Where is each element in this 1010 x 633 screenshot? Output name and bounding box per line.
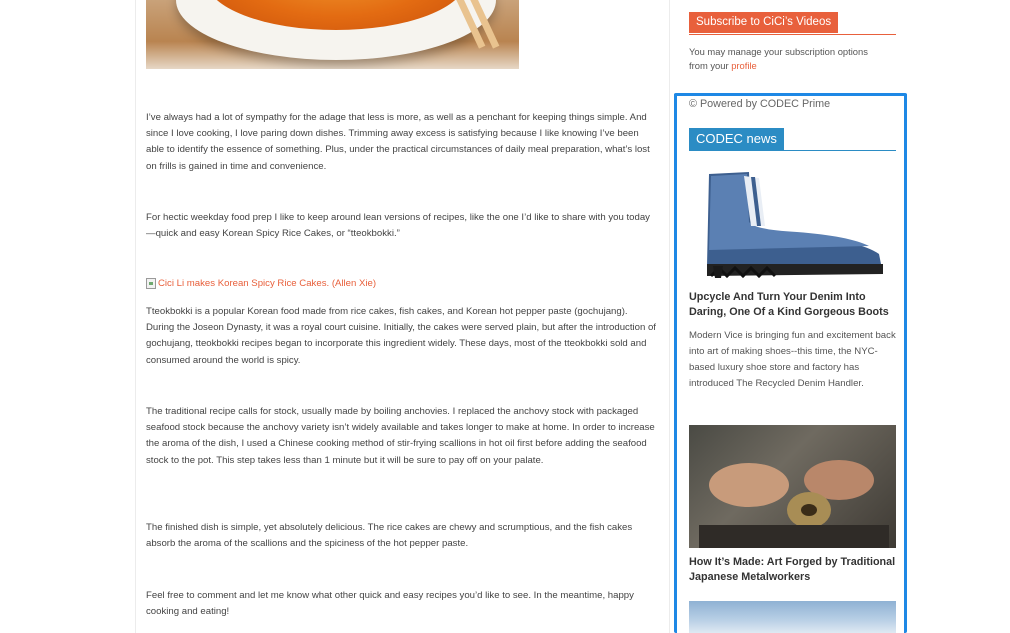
article-paragraph: Tteokbokki is a popular Korean food made… [146,306,656,366]
article-paragraph: The finished dish is simple, yet absolut… [146,522,633,550]
metalwork-illustration [699,460,889,548]
boot-illustration [707,172,883,279]
news-item-title[interactable]: Upcycle And Turn Your Denim Into Daring,… [689,290,899,320]
content-divider [135,0,136,633]
news-item-summary: Modern Vice is bringing fun and exciteme… [689,330,896,389]
image-caption-link[interactable]: Cici Li makes Korean Spicy Rice Cakes. (… [146,278,376,289]
tteokbokki-photo[interactable] [146,0,519,69]
broken-image-icon [146,278,156,289]
news-item-title[interactable]: How It’s Made: Art Forged by Traditional… [689,555,899,585]
profile-link[interactable]: profile [731,60,757,71]
article-paragraph: Feel free to comment and let me know wha… [146,590,634,618]
news-item-photo[interactable] [689,601,896,633]
subscribe-title: Subscribe to CiCi’s Videos [689,12,839,33]
subscribe-header: Subscribe to CiCi’s Videos [689,12,896,35]
metalworker-photo[interactable] [689,425,896,548]
codec-news-title: CODEC news [689,128,784,150]
image-caption-text[interactable]: Cici Li makes Korean Spicy Rice Cakes. (… [158,278,376,289]
article-paragraph: The traditional recipe calls for stock, … [146,406,655,466]
sidebar-divider [669,0,670,633]
article-paragraph: I’ve always had a lot of sympathy for th… [146,112,650,172]
article-paragraph: For hectic weekday food prep I like to k… [146,212,650,240]
codec-news-header: CODEC news [689,128,896,151]
denim-boot-photo[interactable] [689,164,896,282]
subscribe-note-text: You may manage your subscription options… [689,46,868,71]
subscribe-note: You may manage your subscription options… [689,45,889,73]
powered-by-text: © Powered by CODEC Prime [689,98,831,110]
